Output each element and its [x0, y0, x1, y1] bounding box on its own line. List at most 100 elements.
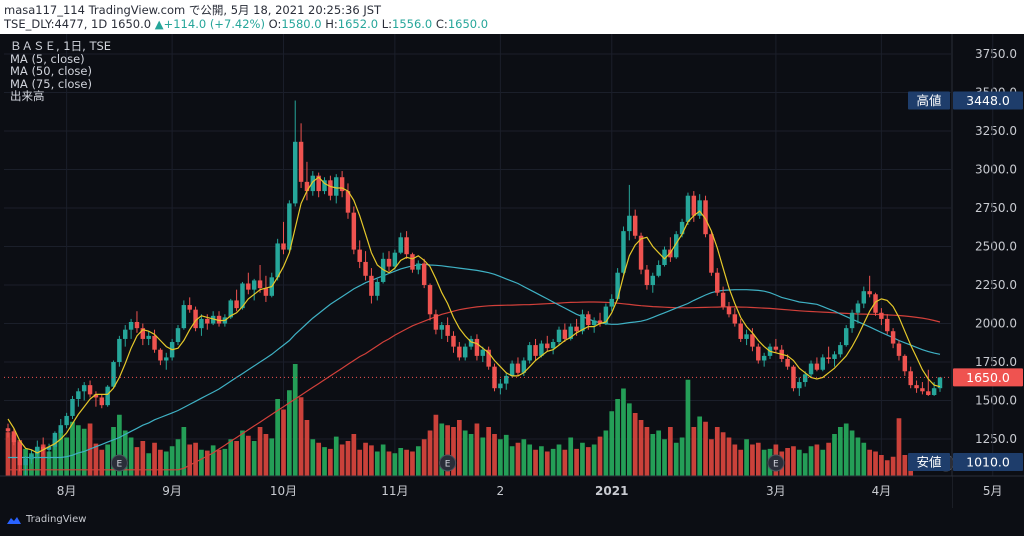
volume-bar: [691, 427, 697, 476]
candle-body: [586, 314, 591, 326]
high-value: 1652.0: [337, 17, 379, 31]
volume-bar: [884, 460, 890, 476]
volume-bar: [544, 451, 550, 476]
close-label: C:: [435, 17, 448, 31]
candle-body: [462, 346, 468, 358]
candle-body: [920, 388, 925, 392]
candle-body: [298, 141, 304, 182]
volume-bar: [855, 437, 861, 476]
candle-body: [70, 398, 75, 416]
candle-body: [621, 231, 626, 273]
volume-bar: [568, 437, 574, 476]
volume-bar: [873, 451, 878, 476]
x-tick-label: 2: [497, 484, 505, 498]
volume-bar: [281, 409, 286, 476]
volume-bar: [603, 430, 609, 476]
volume-bar: [902, 455, 908, 476]
volume-bar: [292, 364, 298, 476]
candle-body: [433, 314, 439, 330]
candle-body: [457, 346, 462, 358]
plot-area: [0, 34, 952, 476]
volume-bar: [814, 444, 820, 476]
candle-body: [926, 391, 931, 395]
legend-ma50[interactable]: MA (50, close): [10, 65, 111, 78]
volume-bar: [720, 432, 726, 476]
candle-body: [146, 335, 151, 339]
volume-bar: [427, 430, 433, 476]
volume-bar: [410, 451, 415, 476]
candle-body: [128, 321, 134, 330]
candle-body: [890, 331, 896, 344]
candle-body: [498, 383, 503, 389]
candle-body: [902, 355, 908, 372]
candle-body: [715, 272, 720, 293]
candle-body: [849, 312, 855, 329]
volume-bar: [457, 420, 462, 476]
candle-body: [556, 329, 562, 343]
candle-body: [292, 141, 298, 204]
volume-bar: [374, 451, 380, 476]
candle-body: [275, 243, 280, 278]
y-tick-label: 2500.0: [975, 240, 1017, 254]
candle-body: [756, 346, 761, 361]
candle-body: [914, 385, 919, 389]
volume-bar: [820, 449, 826, 476]
volume-bar: [832, 434, 837, 476]
candle-body: [820, 357, 825, 370]
x-tick-label: 8月: [57, 484, 77, 498]
volume-bar: [697, 416, 703, 476]
volume-bar: [509, 446, 515, 476]
volume-bar: [298, 397, 304, 476]
candle-body: [105, 386, 110, 406]
candle-body: [709, 234, 714, 273]
volume-bar: [755, 442, 761, 476]
x-tick-label: 3月: [766, 484, 786, 498]
candle-body: [474, 338, 480, 356]
volume-bar: [714, 427, 720, 476]
volume-bar: [93, 443, 99, 476]
volume-bar: [310, 439, 316, 476]
low-tag-text: 安値: [916, 455, 941, 470]
legend-volume[interactable]: 出来高: [10, 90, 111, 103]
candle-body: [246, 283, 251, 290]
volume-bar: [585, 447, 591, 476]
candle-body: [632, 215, 638, 236]
volume-bar: [615, 399, 620, 476]
candle-body: [896, 343, 902, 356]
candle-body: [199, 318, 204, 329]
price-chart[interactable]: 3750.03500.03250.03000.02750.02500.02250…: [0, 34, 1024, 508]
candle-body: [281, 243, 286, 250]
volume-bar: [656, 430, 661, 476]
volume-bar: [269, 438, 275, 476]
volume-bar: [163, 451, 169, 476]
volume-bar: [380, 444, 386, 476]
volume-bar: [591, 444, 597, 476]
close-value: 1650.0: [447, 17, 489, 31]
candle-body: [785, 358, 790, 367]
candle-body: [58, 425, 63, 433]
symbol-label: TSE_DLY:4477, 1D 1650.0: [4, 17, 152, 31]
candle-body: [562, 329, 568, 339]
volume-bar: [679, 437, 685, 476]
price-change: +114.0 (+7.42%): [163, 17, 265, 31]
tradingview-logo[interactable]: TradingView: [6, 514, 86, 525]
candle-body: [861, 291, 867, 304]
volume-bar: [257, 427, 263, 476]
volume-bar: [826, 442, 831, 476]
volume-bar: [216, 449, 222, 476]
volume-bar: [838, 427, 843, 476]
volume-bar: [498, 439, 503, 476]
candle-body: [23, 459, 28, 466]
volume-bar: [644, 427, 650, 476]
x-tick-label: 11月: [381, 484, 408, 498]
candle-body: [134, 321, 140, 329]
volume-bar: [462, 430, 468, 476]
volume-bar: [861, 442, 867, 476]
high-label: H:: [325, 17, 338, 31]
volume-bar: [316, 442, 322, 476]
y-tick-label: 3750.0: [975, 47, 1017, 61]
volume-bar: [240, 430, 245, 476]
candle-body: [826, 357, 831, 359]
volume-bar: [175, 439, 181, 476]
candle-body: [369, 275, 374, 296]
